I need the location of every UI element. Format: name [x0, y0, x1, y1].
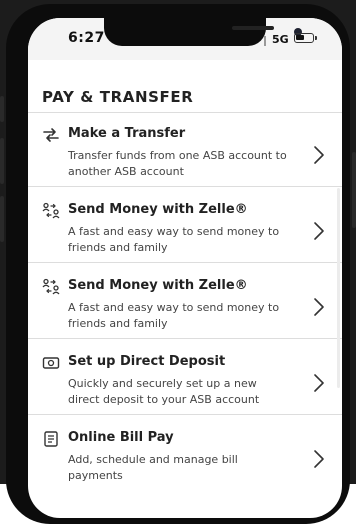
network-label: 5G	[272, 33, 289, 46]
power-button	[352, 152, 356, 228]
item-description: Add, schedule and manage bill payments	[68, 453, 238, 482]
item-title: Make a Transfer	[68, 126, 186, 141]
divider	[28, 186, 342, 187]
scrollbar[interactable]	[337, 188, 340, 388]
list-item-make-transfer[interactable]: Make a Transfer Transfer funds from one …	[28, 118, 342, 192]
list-item-direct-deposit[interactable]: Set up Direct Deposit Quickly and secure…	[28, 346, 342, 420]
chevron-right-icon	[314, 146, 324, 164]
battery-icon	[294, 33, 314, 43]
item-description: Transfer funds from one ASB account to a…	[68, 149, 287, 178]
bill-pay-icon	[42, 430, 60, 448]
transfer-arrows-icon	[42, 126, 60, 144]
item-description: A fast and easy way to send money to fri…	[68, 301, 280, 330]
list-item-send-money-zelle[interactable]: Send Money with Zelle® A fast and easy w…	[28, 270, 342, 344]
battery-level	[296, 35, 304, 40]
list-item-send-money-zelle[interactable]: Send Money with Zelle® A fast and easy w…	[28, 194, 342, 268]
divider	[28, 414, 342, 415]
signal-icon	[264, 36, 266, 46]
chevron-right-icon	[314, 374, 324, 392]
divider	[28, 262, 342, 263]
item-description: Quickly and securely set up a new direct…	[68, 377, 260, 406]
item-title: Send Money with Zelle®	[68, 278, 248, 293]
direct-deposit-icon	[42, 354, 60, 372]
list-item-online-bill-pay[interactable]: Online Bill Pay Add, schedule and manage…	[28, 422, 342, 496]
item-title: Send Money with Zelle®	[68, 202, 248, 217]
battery-tip	[315, 36, 317, 40]
status-bar: 6:27 5G	[28, 18, 342, 60]
phone-screen: 6:27 5G PAY & TRANSFER Make a Transfer T…	[28, 18, 342, 518]
volume-up-button	[0, 138, 4, 184]
mute-switch	[0, 96, 4, 122]
divider	[28, 338, 342, 339]
page-title: PAY & TRANSFER	[42, 88, 194, 106]
item-title: Online Bill Pay	[68, 430, 174, 445]
phone-bezel: 6:27 5G PAY & TRANSFER Make a Transfer T…	[6, 4, 350, 524]
chevron-right-icon	[314, 222, 324, 240]
notch	[104, 18, 302, 46]
chevron-right-icon	[314, 450, 324, 468]
zelle-send-money-icon	[42, 202, 60, 220]
divider	[28, 112, 342, 113]
status-time: 6:27	[68, 30, 105, 46]
phone-frame: 6:27 5G PAY & TRANSFER Make a Transfer T…	[0, 0, 356, 524]
speaker-icon	[232, 26, 274, 30]
chevron-right-icon	[314, 298, 324, 316]
item-title: Set up Direct Deposit	[68, 354, 226, 369]
zelle-send-money-icon	[42, 278, 60, 296]
item-description: A fast and easy way to send money to fri…	[68, 225, 280, 254]
volume-down-button	[0, 196, 4, 242]
